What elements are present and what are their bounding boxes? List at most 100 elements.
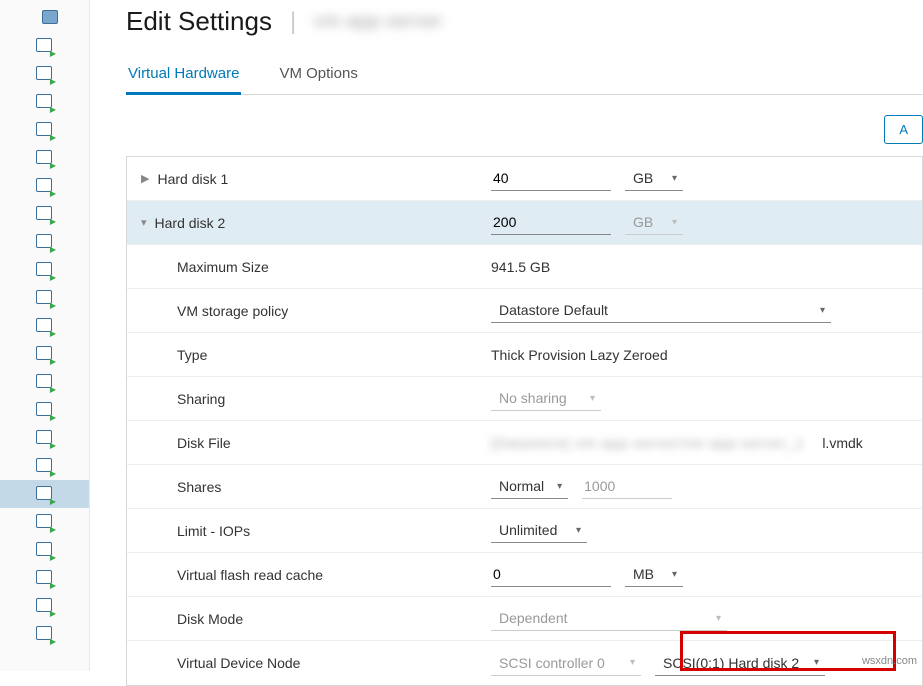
vm-icon (36, 178, 52, 194)
chevron-down-icon: ▾ (630, 657, 635, 668)
row-hard-disk-1[interactable]: ▶ Hard disk 1 GB ▾ (127, 157, 922, 201)
limit-iops-label: Limit - IOPs (177, 523, 250, 539)
vm-icon (36, 626, 52, 642)
sidebar-item[interactable] (0, 88, 89, 116)
sidebar-item[interactable] (0, 4, 89, 32)
vm-icon (36, 430, 52, 446)
row-max-size: Maximum Size 941.5 GB (127, 245, 922, 289)
sidebar-item[interactable] (0, 536, 89, 564)
sidebar-item[interactable] (0, 396, 89, 424)
vm-icon (36, 346, 52, 362)
storage-policy-select[interactable]: Datastore Default ▾ (491, 298, 831, 323)
vm-icon (36, 290, 52, 306)
sidebar-item[interactable] (0, 60, 89, 88)
row-type: Type Thick Provision Lazy Zeroed (127, 333, 922, 377)
watermark: wsxdn.com (862, 655, 917, 667)
sidebar-item[interactable] (0, 312, 89, 340)
disk-file-label: Disk File (177, 435, 231, 451)
shares-label: Shares (177, 479, 221, 495)
main-content: Edit Settings | vm-app-server Virtual Ha… (90, 0, 923, 671)
chevron-down-icon: ▾ (590, 393, 595, 404)
select-value: Dependent (499, 610, 568, 626)
row-flash-cache: Virtual flash read cache MB ▾ (127, 553, 922, 597)
chevron-down-icon: ▾ (820, 305, 825, 316)
chevron-right-icon: ▶ (141, 172, 149, 185)
sidebar-item[interactable] (0, 508, 89, 536)
vm-icon (36, 234, 52, 250)
tab-vm-options[interactable]: VM Options (277, 59, 359, 94)
row-storage-policy: VM storage policy Datastore Default ▾ (127, 289, 922, 333)
sidebar-tree (0, 0, 90, 671)
chevron-down-icon: ▾ (672, 217, 677, 228)
sidebar-item[interactable] (0, 368, 89, 396)
vm-icon (36, 206, 52, 222)
chevron-down-icon: ▾ (672, 173, 677, 184)
hard-disk-1-unit-select[interactable]: GB ▾ (625, 166, 683, 191)
vm-icon (36, 486, 52, 502)
row-virtual-device-node: Virtual Device Node SCSI controller 0 ▾ … (127, 641, 922, 685)
vdn-controller-select: SCSI controller 0 ▾ (491, 651, 641, 676)
sidebar-item[interactable] (0, 200, 89, 228)
hard-disk-2-size-input[interactable] (491, 210, 611, 235)
hard-disk-1-size-input[interactable] (491, 166, 611, 191)
select-value: Normal (499, 478, 544, 494)
sidebar-item[interactable] (0, 340, 89, 368)
vm-icon (36, 122, 52, 138)
sidebar-item[interactable] (0, 452, 89, 480)
chevron-down-icon: ▾ (576, 525, 581, 536)
tab-bar: Virtual Hardware VM Options (126, 59, 923, 95)
shares-level-select[interactable]: Normal ▾ (491, 474, 568, 499)
limit-iops-select[interactable]: Unlimited ▾ (491, 518, 587, 543)
sidebar-item[interactable] (0, 144, 89, 172)
vm-icon (36, 570, 52, 586)
sidebar-item[interactable] (0, 116, 89, 144)
row-limit-iops: Limit - IOPs Unlimited ▾ (127, 509, 922, 553)
select-value: SCSI controller 0 (499, 655, 605, 671)
row-hard-disk-2[interactable]: ▾ Hard disk 2 GB ▾ (127, 201, 922, 245)
vm-icon (36, 514, 52, 530)
sidebar-item[interactable] (0, 480, 89, 508)
hard-disk-2-unit-select[interactable]: GB ▾ (625, 210, 683, 235)
vm-icon (36, 150, 52, 166)
select-value: MB (633, 566, 654, 582)
sidebar-item[interactable] (0, 172, 89, 200)
add-device-button[interactable]: A (884, 115, 923, 144)
select-value: GB (633, 170, 653, 186)
select-value: Datastore Default (499, 302, 608, 318)
flash-cache-unit-select[interactable]: MB ▾ (625, 562, 683, 587)
select-value: Unlimited (499, 522, 557, 538)
select-value: GB (633, 214, 653, 230)
select-value: No sharing (499, 390, 567, 406)
vdn-address-select[interactable]: SCSI(0:1) Hard disk 2 ▾ (655, 651, 825, 676)
max-size-value: 941.5 GB (491, 259, 550, 275)
sidebar-item[interactable] (0, 592, 89, 620)
select-value: SCSI(0:1) Hard disk 2 (663, 655, 799, 671)
settings-panel: ▶ Hard disk 1 GB ▾ ▾ Hard disk 2 GB ▾ (126, 156, 923, 686)
chevron-down-icon: ▾ (557, 481, 562, 492)
max-size-label: Maximum Size (177, 259, 269, 275)
disk-file-path: [Datastore] vm-app-server/vm-app-server_… (491, 435, 804, 451)
chevron-down-icon: ▾ (814, 657, 819, 668)
vm-icon (36, 318, 52, 334)
sidebar-item[interactable] (0, 284, 89, 312)
sidebar-item[interactable] (0, 228, 89, 256)
sidebar-item[interactable] (0, 424, 89, 452)
flash-cache-label: Virtual flash read cache (177, 567, 323, 583)
vm-icon (36, 374, 52, 390)
chevron-down-icon: ▾ (141, 216, 147, 229)
sidebar-item[interactable] (0, 256, 89, 284)
sidebar-item[interactable] (0, 620, 89, 648)
title-separator: | (290, 8, 296, 36)
sidebar-item[interactable] (0, 32, 89, 60)
tab-virtual-hardware[interactable]: Virtual Hardware (126, 59, 241, 94)
row-disk-mode: Disk Mode Dependent ▾ (127, 597, 922, 641)
vm-icon (36, 66, 52, 82)
flash-cache-input[interactable] (491, 562, 611, 587)
vm-icon (42, 10, 58, 26)
vdn-label: Virtual Device Node (177, 655, 300, 671)
chevron-down-icon: ▾ (716, 613, 721, 624)
sidebar-item[interactable] (0, 564, 89, 592)
vm-icon (36, 262, 52, 278)
sharing-select: No sharing ▾ (491, 386, 601, 411)
sharing-label: Sharing (177, 391, 225, 407)
